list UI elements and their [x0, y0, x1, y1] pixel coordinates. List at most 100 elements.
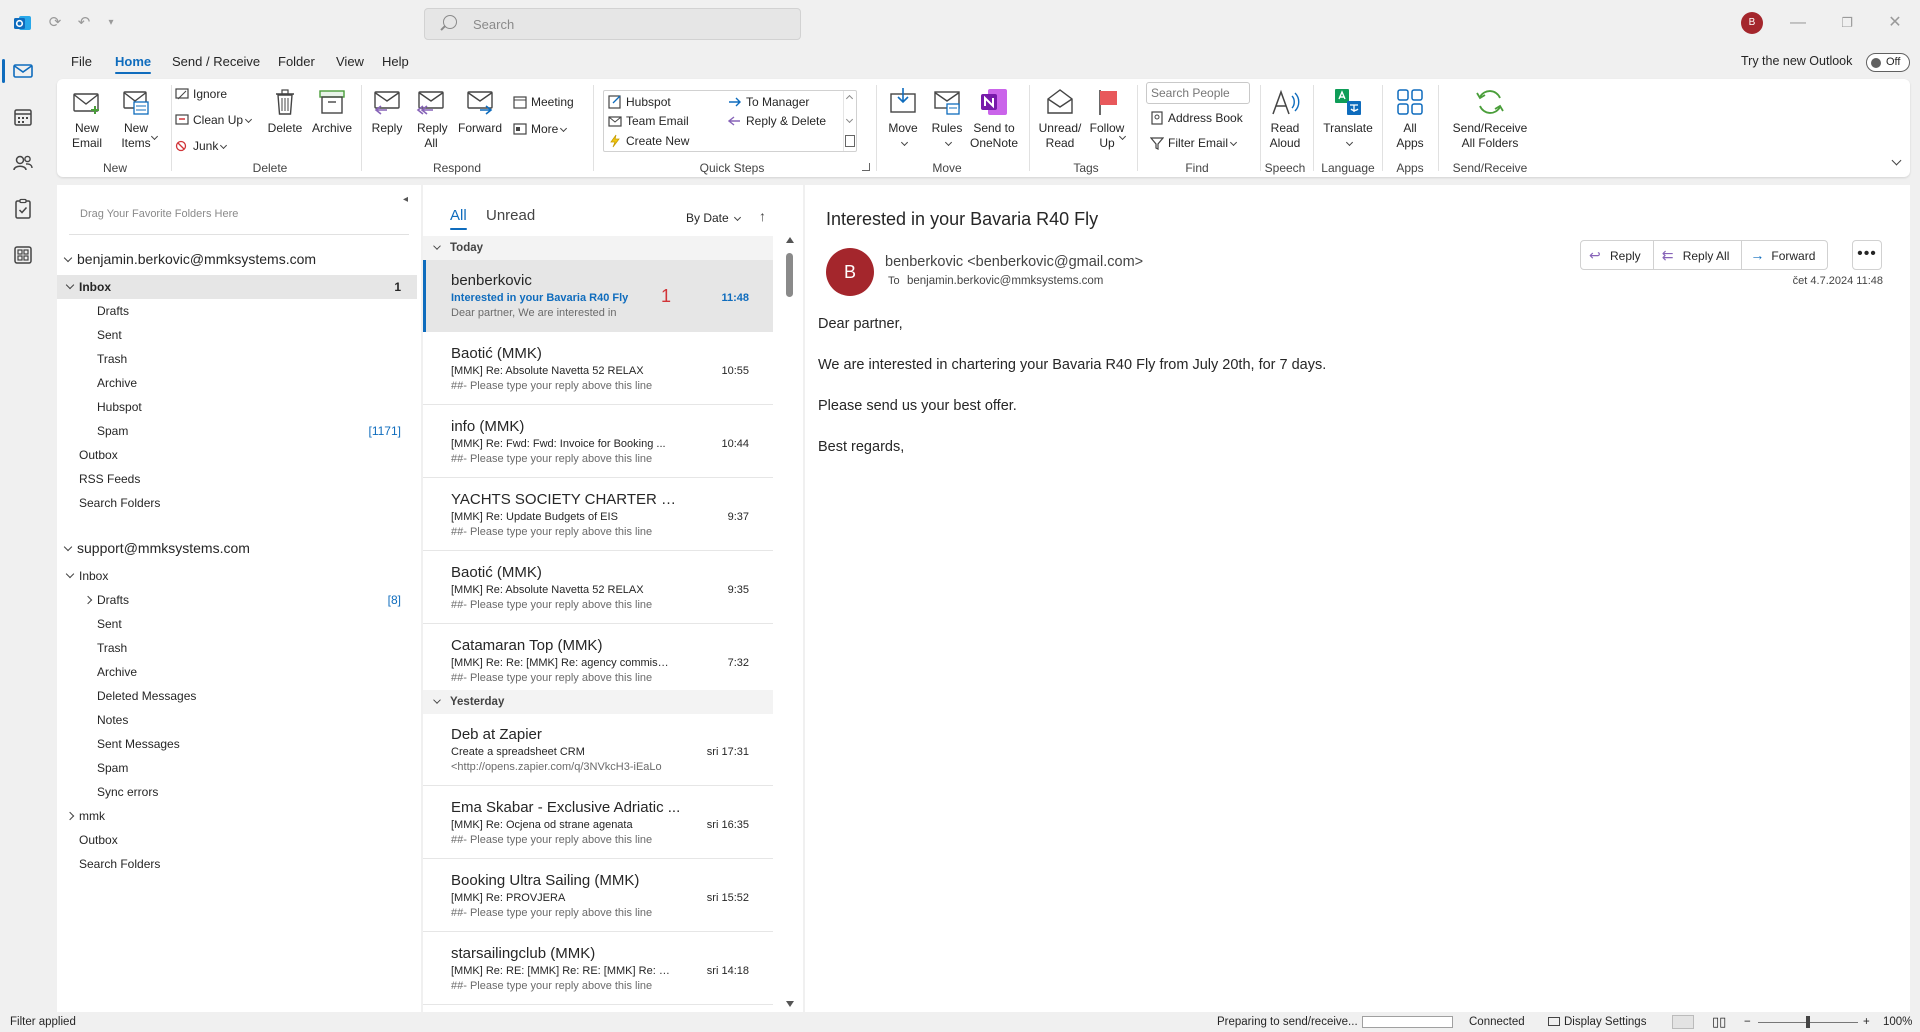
all-apps-button[interactable]: All Apps	[1392, 86, 1428, 151]
move-button[interactable]: Move	[885, 86, 921, 151]
unread-read-button[interactable]: Unread/ Read	[1037, 86, 1083, 151]
tab-home[interactable]: Home	[115, 54, 152, 74]
message-item[interactable]: Baotić (MMK) [MMK] Re: Absolute Navetta 5…	[423, 333, 773, 405]
undo-icon[interactable]: ↶	[74, 13, 94, 33]
read-aloud-button[interactable]: Read Aloud	[1265, 86, 1305, 151]
zoom-out-button[interactable]: −	[1744, 1012, 1751, 1032]
filter-email-button[interactable]: Filter Email	[1149, 135, 1238, 151]
zoom-level[interactable]: 100%	[1883, 1012, 1912, 1032]
reading-view-icon[interactable]: ▯▯	[1712, 1012, 1726, 1032]
new-items-button[interactable]: New Items	[113, 86, 159, 151]
folder-spam[interactable]: Spam [1171]	[57, 419, 417, 443]
folder-collapse-icon[interactable]	[65, 569, 75, 579]
message-item[interactable]: YACHTS SOCIETY CHARTER (M... [MMK] Re: Up…	[423, 479, 773, 551]
minimize-button[interactable]: —	[1786, 12, 1810, 34]
folder-drafts[interactable]: Drafts	[57, 299, 417, 323]
folder-notes[interactable]: Notes	[57, 708, 417, 732]
new-email-button[interactable]: New Email	[71, 86, 103, 151]
folder-rss-feeds[interactable]: RSS Feeds	[57, 467, 417, 491]
folder-sent[interactable]: Sent	[57, 612, 417, 636]
folder-outbox[interactable]: Outbox	[57, 443, 417, 467]
archive-button[interactable]: Archive	[310, 86, 354, 136]
account-header[interactable]: support@mmksystems.com	[63, 540, 250, 556]
folder-sent[interactable]: Sent	[57, 323, 417, 347]
ignore-button[interactable]: Ignore	[175, 86, 227, 102]
message-item[interactable]: info (MMK) [MMK] Re: Fwd: Fwd: Invoice fo…	[423, 406, 773, 478]
more-respond-button[interactable]: More	[513, 121, 568, 137]
tab-send-receive[interactable]: Send / Receive	[172, 54, 260, 69]
sync-icon[interactable]: ⟳	[45, 13, 65, 33]
translate-button[interactable]: Translate	[1323, 86, 1373, 151]
sender-avatar[interactable]: B	[826, 248, 874, 296]
folder-trash[interactable]: Trash	[57, 347, 417, 371]
clean-up-button[interactable]: Clean Up	[175, 112, 253, 128]
quick-step-team-email[interactable]: Team Email	[608, 113, 689, 129]
reply-all-action-button[interactable]: ⇇ Reply All	[1654, 241, 1743, 269]
calendar-icon[interactable]	[11, 105, 35, 129]
send-receive-all-button[interactable]: Send/Receive All Folders	[1445, 86, 1535, 151]
restore-button[interactable]: ❐	[1835, 12, 1859, 34]
sort-by-dropdown[interactable]: By Date	[686, 211, 741, 225]
tasks-icon[interactable]	[11, 197, 35, 221]
quick-step-hubspot[interactable]: Hubspot	[608, 94, 671, 110]
reply-action-button[interactable]: ↩ Reply	[1581, 241, 1654, 269]
close-button[interactable]: ✕	[1883, 12, 1907, 34]
normal-view-icon[interactable]	[1672, 1015, 1694, 1029]
message-list-scrollbar[interactable]	[784, 237, 796, 1007]
search-people-input[interactable]: Search People	[1146, 82, 1250, 104]
folder-sent-messages[interactable]: Sent Messages	[57, 732, 417, 756]
account-header[interactable]: benjamin.berkovic@mmksystems.com	[63, 251, 316, 267]
message-item[interactable]: Baotić (MMK) [MMK] Re: Absolute Navetta 5…	[423, 552, 773, 624]
folder-search-folders[interactable]: Search Folders	[57, 491, 417, 515]
zoom-slider-thumb[interactable]	[1806, 1016, 1810, 1028]
message-group-header[interactable]: Today	[423, 236, 773, 260]
folder-outbox[interactable]: Outbox	[57, 828, 417, 852]
filter-tab-all[interactable]: All	[450, 207, 467, 230]
quick-steps-up-icon[interactable]	[845, 94, 854, 103]
quick-steps-dialog-launcher-icon[interactable]	[862, 163, 870, 171]
folder-search-folders[interactable]: Search Folders	[57, 852, 417, 876]
folder-archive[interactable]: Archive	[57, 660, 417, 684]
more-actions-button[interactable]: •••	[1852, 240, 1882, 270]
ribbon-collapse-icon[interactable]	[1891, 155, 1902, 166]
scroll-up-icon[interactable]	[786, 237, 794, 243]
tab-help[interactable]: Help	[382, 54, 409, 69]
folder-mmk[interactable]: mmk	[57, 804, 417, 828]
collapse-folder-pane-icon[interactable]: ◂	[403, 194, 408, 205]
tab-file[interactable]: File	[71, 54, 92, 69]
meeting-button[interactable]: Meeting	[513, 94, 574, 110]
recipient-address[interactable]: benjamin.berkovic@mmksystems.com	[907, 275, 1103, 287]
zoom-in-button[interactable]: +	[1863, 1012, 1870, 1032]
message-item[interactable]: Catamaran Top (MMK) [MMK] Re: Re: [MMK] R…	[423, 625, 773, 697]
message-group-header[interactable]: Yesterday	[423, 690, 773, 714]
reply-button[interactable]: Reply	[369, 86, 405, 136]
folder-inbox[interactable]: Inbox 1	[57, 275, 417, 299]
mail-icon[interactable]	[2, 59, 35, 83]
sender-address[interactable]: benberkovic <benberkovic@gmail.com>	[885, 254, 1143, 270]
message-item[interactable]: benberkovic Interested in your Bavaria R4…	[423, 260, 773, 332]
message-item[interactable]: Ema Skabar - Exclusive Adriatic ... [MMK]…	[423, 787, 773, 859]
display-settings-button[interactable]: Display Settings	[1548, 1012, 1646, 1032]
message-item[interactable]: Booking Ultra Sailing (MMK) [MMK] Re: PRO…	[423, 860, 773, 932]
tab-view[interactable]: View	[336, 54, 364, 69]
folder-inbox[interactable]: Inbox	[57, 564, 417, 588]
junk-button[interactable]: Junk	[175, 138, 228, 154]
apps-icon[interactable]	[11, 243, 35, 267]
customize-toolbar-icon[interactable]: ▾	[101, 13, 121, 33]
folder-deleted-messages[interactable]: Deleted Messages	[57, 684, 417, 708]
scroll-thumb[interactable]	[786, 253, 793, 297]
delete-button[interactable]: Delete	[265, 86, 305, 136]
quick-step-reply-delete[interactable]: Reply & Delete	[727, 113, 826, 129]
folder-trash[interactable]: Trash	[57, 636, 417, 660]
quick-steps-scroll[interactable]	[843, 91, 856, 151]
account-expand-icon[interactable]	[63, 542, 73, 552]
tab-folder[interactable]: Folder	[278, 54, 315, 69]
search-input[interactable]: Search	[424, 8, 801, 40]
try-new-outlook-toggle[interactable]: Off	[1866, 53, 1910, 72]
address-book-button[interactable]: Address Book	[1150, 110, 1243, 126]
follow-up-button[interactable]: Follow Up	[1087, 86, 1129, 151]
forward-action-button[interactable]: → Forward	[1742, 241, 1827, 269]
message-item[interactable]: Deb at Zapier Create a spreadsheet CRM <ht…	[423, 714, 773, 786]
send-to-onenote-button[interactable]: Send to OneNote	[969, 86, 1019, 151]
quick-step-to-manager[interactable]: To Manager	[728, 94, 809, 110]
